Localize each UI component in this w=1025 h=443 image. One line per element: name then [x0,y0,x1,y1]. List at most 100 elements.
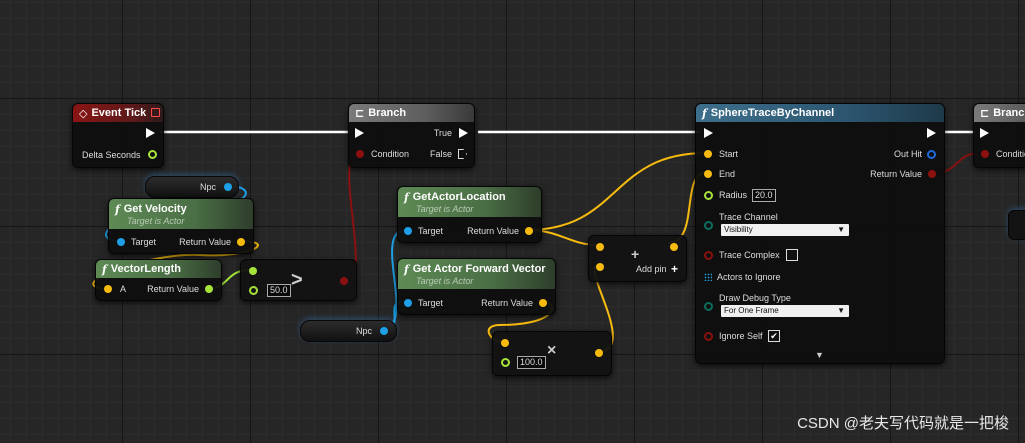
function-icon: f [102,262,107,276]
get-velocity-return-label: Return Value [179,237,231,247]
vector-length-node[interactable]: f VectorLength A Return Value [95,259,222,301]
sphere-trace-title: SphereTraceByChannel [710,107,835,119]
get-actor-location-target-pin[interactable] [404,227,412,235]
vector-length-return-label: Return Value [147,284,199,294]
get-actor-location-return-pin[interactable] [525,227,533,235]
get-forward-vector-target-label: Target [418,298,444,308]
trace-complex-checkbox[interactable] [786,249,798,261]
get-forward-vector-header[interactable]: f Get Actor Forward Vector Target is Acto… [398,259,555,289]
sphere-trace-radius-value[interactable]: 20.0 [752,189,776,202]
vector-length-return-pin[interactable] [205,285,213,293]
npc-variable-top[interactable]: Npc [145,176,239,198]
branch-true-label: True [433,128,452,138]
sphere-trace-return-label: Return Value [870,169,922,179]
npc-bottom-pin[interactable] [380,327,388,335]
sphere-trace-node[interactable]: f SphereTraceByChannel Start Out Hit End… [695,103,945,364]
branch-header[interactable]: ⊏ Branch [349,104,474,122]
sphere-trace-channel-pin[interactable] [704,221,713,230]
get-forward-vector-return-pin[interactable] [539,299,547,307]
event-tick-header[interactable]: ◇ Event Tick [73,104,163,122]
branch-condition-pin[interactable] [356,150,364,158]
array-grid-icon[interactable] [704,273,712,281]
sphere-trace-end-pin[interactable] [704,170,712,178]
sphere-trace-radius-pin[interactable] [704,191,713,200]
vector-wire-location-start[interactable] [526,152,707,231]
add-pin-plus-icon[interactable]: + [671,262,678,276]
sphere-trace-start-pin[interactable] [704,150,712,158]
sphere-trace-return-pin[interactable] [928,170,936,178]
get-velocity-return-pin[interactable] [237,238,245,246]
watermark: CSDN @老夫写代码就是一把梭 [797,415,1009,432]
ignore-self-checkbox[interactable]: ✔ [768,330,780,342]
sphere-trace-header[interactable]: f SphereTraceByChannel [696,104,944,122]
multiply-return-pin[interactable] [595,349,603,357]
npc-top-pin[interactable] [224,183,232,191]
trace-channel-dropdown[interactable]: Visibility ▼ [721,224,849,236]
sphere-trace-complex-pin[interactable] [704,251,713,260]
expand-advanced-icon[interactable]: ▼ [815,350,824,360]
sphere-trace-end-label: End [719,169,736,179]
get-actor-location-return-label: Return Value [467,226,519,236]
sphere-trace-exec-in-pin[interactable] [704,128,713,138]
get-velocity-target-label: Target [131,237,157,247]
get-velocity-node[interactable]: f Get Velocity Target is Actor Target Ret… [108,198,254,254]
greater-than-node[interactable]: 50.0 > [240,259,357,301]
offscreen-node[interactable] [1008,210,1025,240]
sphere-trace-debug-pin[interactable] [704,302,713,311]
multiply-a-pin[interactable] [501,339,509,347]
ignore-self-label: Ignore Self [719,331,763,341]
multiply-b-pin[interactable] [501,358,510,367]
npc-variable-bottom[interactable]: Npc [300,320,397,342]
vector-length-a-pin[interactable] [104,285,112,293]
get-actor-location-node[interactable]: f GetActorLocation Target is Actor Target… [397,186,542,243]
multiply-node[interactable]: 100.0 × [492,331,612,376]
draw-debug-dropdown[interactable]: For One Frame ▼ [721,305,849,317]
get-velocity-title: Get Velocity [123,203,187,215]
add-node[interactable]: + Add pin + [588,235,687,282]
add-b-pin[interactable] [596,263,604,271]
draw-debug-value: For One Frame [724,306,779,315]
sphere-trace-exec-out-pin[interactable] [927,128,936,138]
get-forward-vector-target-pin[interactable] [404,299,412,307]
event-tick-title: Event Tick [91,107,147,119]
get-velocity-subtitle: Target is Actor [127,215,185,226]
branch-icon: ⊏ [355,106,365,120]
delegate-pin-icon[interactable] [151,108,160,117]
greater-b-pin[interactable] [249,286,258,295]
add-return-pin[interactable] [670,243,678,251]
sphere-trace-outhit-pin[interactable] [927,150,936,159]
get-velocity-target-pin[interactable] [117,238,125,246]
event-tick-exec-out-pin[interactable] [146,128,155,138]
branch-false-label: False [429,149,452,159]
branch2-title: Branch [993,107,1025,119]
sphere-trace-ignoreself-pin[interactable] [704,332,713,341]
add-pin-label[interactable]: Add pin [636,264,667,274]
greater-return-pin[interactable] [340,277,348,285]
delta-seconds-pin[interactable] [148,150,157,159]
sphere-trace-channel-label: Trace Channel [719,212,778,222]
get-velocity-header[interactable]: f Get Velocity Target is Actor [109,199,253,229]
branch-true-pin[interactable] [459,128,468,138]
greater-symbol: > [291,269,303,291]
blueprint-graph-canvas[interactable]: ◇ Event Tick Delta Seconds ⊏ Branch True… [0,0,1025,443]
get-forward-vector-title: Get Actor Forward Vector [412,263,546,275]
chevron-down-icon: ▼ [837,225,845,234]
greater-b-value[interactable]: 50.0 [267,284,291,297]
delta-seconds-label: Delta Seconds [82,150,141,160]
branch2-condition-pin[interactable] [981,150,989,158]
get-forward-vector-return-label: Return Value [481,298,533,308]
multiply-b-value[interactable]: 100.0 [517,356,546,369]
branch2-header[interactable]: ⊏ Branch [974,104,1025,122]
vector-length-header[interactable]: f VectorLength [96,260,221,278]
function-icon: f [702,106,707,120]
get-actor-location-header[interactable]: f GetActorLocation Target is Actor [398,187,541,217]
branch2-node[interactable]: ⊏ Branch Conditio [973,103,1025,168]
branch-false-pin[interactable] [458,149,467,159]
branch-node[interactable]: ⊏ Branch True Condition False [348,103,475,168]
add-a-pin[interactable] [596,243,604,251]
branch2-exec-in-pin[interactable] [980,128,989,138]
branch-exec-in-pin[interactable] [355,128,364,138]
get-forward-vector-node[interactable]: f Get Actor Forward Vector Target is Acto… [397,258,556,315]
event-tick-node[interactable]: ◇ Event Tick Delta Seconds [72,103,164,168]
greater-a-pin[interactable] [249,267,257,275]
